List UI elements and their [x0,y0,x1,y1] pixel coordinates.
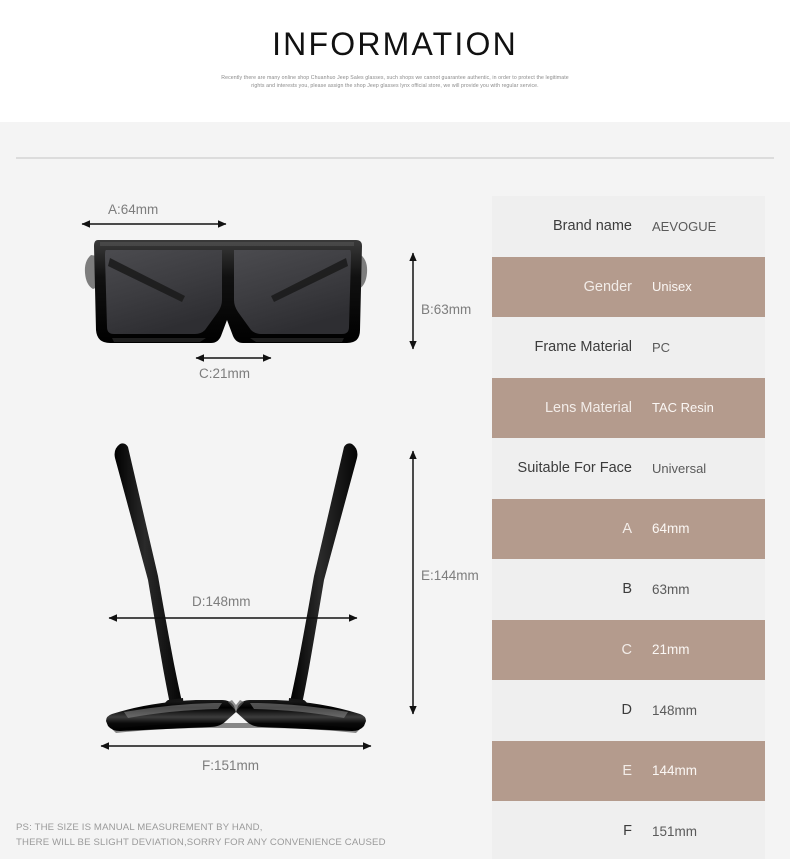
dimension-label-b: B:63mm [421,302,472,317]
spec-label: E [622,762,632,779]
spec-value: 21mm [652,642,690,658]
dimension-label-e: E:144mm [421,568,479,583]
spec-value: 148mm [652,702,698,718]
spec-label: Frame Material [534,339,633,356]
spec-label: Lens Material [544,399,632,416]
spec-row: Frame Material PC [492,317,765,378]
dimension-label-c: C:21mm [199,366,251,381]
spec-value: TAC Resin [652,400,714,416]
dimension-label-a: A:64mm [108,202,159,217]
front-view-dimension-arrows [81,220,417,362]
spec-row: C 21mm [492,619,765,680]
spec-label: Brand name [553,218,632,235]
spec-row: E 144mm [492,740,765,801]
dimension-label-d: D:148mm [192,594,251,609]
dimension-label-f: F:151mm [202,758,260,773]
spec-row: Gender Unisex [492,256,765,317]
spec-value: Universal [652,460,707,476]
sunglasses-front-view [84,240,368,343]
spec-label: C [621,641,632,658]
spec-row: Suitable For Face Universal [492,438,765,499]
header-divider [16,157,774,159]
spec-value: 151mm [652,823,698,839]
spec-value: 144mm [652,763,698,779]
spec-label: D [621,702,632,719]
information-page: INFORMATION Recently there are many onli… [0,0,790,859]
measurement-disclaimer: PS: THE SIZE IS MANUAL MEASUREMENT BY HA… [16,820,386,850]
disclaimer-line-2: THERE WILL BE SLIGHT DEVIATION,SORRY FOR… [16,837,386,848]
header-disclaimer-text: Recently there are many online shop Chua… [221,75,569,90]
sunglasses-top-view [106,443,366,733]
page-header: INFORMATION Recently there are many onli… [0,0,790,122]
spec-row: B 63mm [492,559,765,620]
page-title: INFORMATION [272,26,518,62]
top-view-dimension-arrows [100,450,417,750]
spec-label: Suitable For Face [517,460,632,477]
spec-value: 63mm [652,581,690,597]
spec-row: D 148mm [492,680,765,741]
spec-value: AEVOGUE [652,218,717,234]
spec-label: A [622,520,632,537]
spec-row: A 64mm [492,498,765,559]
spec-row: F 151mm [492,801,765,859]
spec-value: 64mm [652,521,690,537]
spec-value: PC [652,339,671,355]
spec-label: Gender [583,278,632,295]
spec-label: B [622,581,632,598]
spec-value: Unisex [652,279,692,295]
specification-table: Brand name AEVOGUE Gender Unisex Frame Mater… [492,196,765,859]
spec-row: Lens Material TAC Resin [492,377,765,438]
spec-row: Brand name AEVOGUE [492,196,765,257]
disclaimer-line-1: PS: THE SIZE IS MANUAL MEASUREMENT BY HA… [16,822,263,833]
spec-label: F [623,823,632,840]
